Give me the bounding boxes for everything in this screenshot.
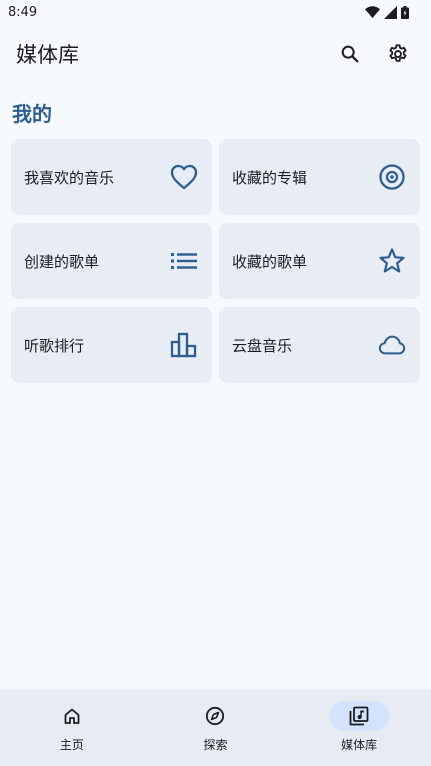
app-actions xyxy=(331,35,417,73)
settings-icon xyxy=(389,44,407,62)
card-favorite-music[interactable]: 我喜欢的音乐 xyxy=(11,139,212,215)
bottom-navigation: 主页 探索 媒体库 xyxy=(0,689,431,766)
status-icons xyxy=(365,5,409,19)
card-saved-albums[interactable]: 收藏的专辑 xyxy=(219,139,420,215)
card-cloud-music[interactable]: 云盘音乐 xyxy=(219,307,420,383)
card-label: 听歌排行 xyxy=(24,336,85,355)
nav-label: 主页 xyxy=(59,738,84,752)
card-created-playlists[interactable]: 创建的歌单 xyxy=(11,223,212,299)
app-bar: 媒体库 xyxy=(0,28,431,80)
search-icon xyxy=(341,45,359,63)
library-music-icon xyxy=(349,706,369,726)
list-icon xyxy=(171,253,197,269)
card-label: 收藏的歌单 xyxy=(232,252,308,271)
section-title: 我的 xyxy=(12,102,52,126)
nav-label: 媒体库 xyxy=(341,738,378,752)
cloud-icon xyxy=(378,335,406,355)
status-time: 8:49 xyxy=(8,4,38,20)
bar-chart-icon xyxy=(170,332,197,358)
nav-item-explore[interactable]: 探索 xyxy=(155,701,275,753)
settings-button[interactable] xyxy=(379,35,417,73)
nav-item-library[interactable]: 媒体库 xyxy=(299,701,419,753)
status-bar: 8:49 xyxy=(0,0,431,24)
home-icon xyxy=(64,708,80,724)
nav-active-indicator xyxy=(329,701,390,731)
card-saved-playlists[interactable]: 收藏的歌单 xyxy=(219,223,420,299)
compass-icon xyxy=(206,706,225,726)
card-label: 收藏的专辑 xyxy=(232,168,308,187)
card-listening-ranking[interactable]: 听歌排行 xyxy=(11,307,212,383)
nav-label: 探索 xyxy=(203,738,228,752)
card-label: 创建的歌单 xyxy=(24,252,100,271)
heart-icon xyxy=(170,164,198,190)
star-icon xyxy=(379,248,405,273)
battery-icon xyxy=(401,5,409,19)
signal-icon xyxy=(384,5,397,19)
album-icon xyxy=(379,164,405,190)
library-grid: 我喜欢的音乐 收藏的专辑 创建的歌单 收藏的歌单 听歌排行 云盘音乐 xyxy=(11,139,420,383)
card-label: 云盘音乐 xyxy=(232,336,293,355)
search-button[interactable] xyxy=(331,35,369,73)
card-label: 我喜欢的音乐 xyxy=(24,168,115,187)
nav-item-home[interactable]: 主页 xyxy=(12,701,132,753)
page-title: 媒体库 xyxy=(16,43,79,67)
wifi-icon xyxy=(365,6,380,18)
